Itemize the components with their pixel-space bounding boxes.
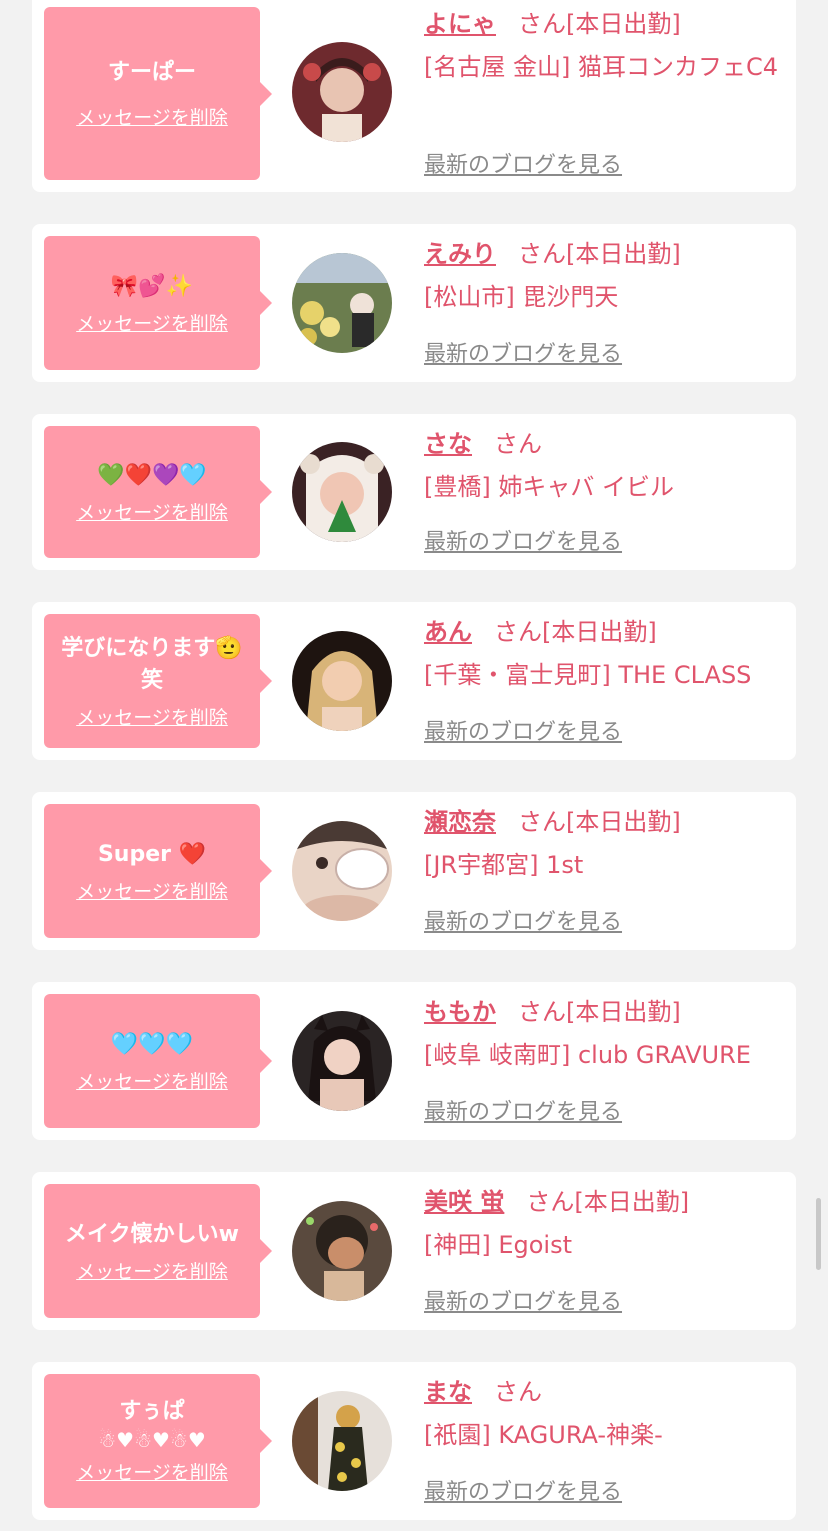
- message-card: 💚❤️💜🩵 メッセージを削除 さな さん [豊橋] 姉キャバ イビル 最新のブログ…: [32, 414, 796, 570]
- message-text-line-2: ☃︎♥☃︎♥☃︎♥: [98, 1427, 206, 1452]
- message-text: 学びになります🫡: [61, 635, 243, 661]
- host-info: ももか さん[本日出勤] [岐阜 岐南町] club GRAVURE: [424, 996, 789, 1074]
- view-blog-link[interactable]: 最新のブログを見る: [424, 714, 622, 746]
- message-text: 🎀💕✨: [110, 273, 194, 299]
- message-card: 学びになります🫡 笑 メッセージを削除 あん さん[本日出勤] [千葉・富士見町]…: [32, 602, 796, 760]
- shop-name: [JR宇都宮] 1st: [424, 851, 584, 879]
- avatar[interactable]: [292, 821, 392, 921]
- message-text: すーぱー: [107, 60, 196, 85]
- host-suffix: さん[本日出勤]: [518, 10, 681, 38]
- message-bubble: すーぱー メッセージを削除: [44, 7, 272, 180]
- avatar[interactable]: [292, 442, 392, 542]
- avatar[interactable]: [292, 631, 392, 731]
- delete-message-link[interactable]: メッセージを削除: [76, 103, 228, 130]
- host-name-link[interactable]: あん: [424, 618, 472, 646]
- message-bubble: すぅぱ ☃︎♥☃︎♥☃︎♥ メッセージを削除: [44, 1374, 272, 1508]
- delete-message-link[interactable]: メッセージを削除: [76, 1458, 228, 1485]
- host-info: よにゃ さん[本日出勤] [名古屋 金山] 猫耳コンカフェC4: [424, 8, 789, 86]
- delete-message-link[interactable]: メッセージを削除: [76, 1257, 228, 1284]
- view-blog-link[interactable]: 最新のブログを見る: [424, 904, 622, 936]
- delete-message-link[interactable]: メッセージを削除: [76, 1067, 228, 1094]
- message-bubble: メイク懐かしいw メッセージを削除: [44, 1184, 272, 1318]
- scrollbar[interactable]: [816, 1198, 821, 1270]
- host-info: さな さん [豊橋] 姉キャバ イビル: [424, 428, 789, 506]
- host-suffix: さん[本日出勤]: [518, 998, 681, 1026]
- delete-message-link[interactable]: メッセージを削除: [76, 498, 228, 525]
- view-blog-link[interactable]: 最新のブログを見る: [424, 524, 622, 556]
- host-info: えみり さん[本日出勤] [松山市] 毘沙門天: [424, 238, 789, 316]
- shop-name: [豊橋] 姉キャバ イビル: [424, 473, 674, 501]
- host-name-link[interactable]: よにゃ: [424, 10, 496, 38]
- avatar[interactable]: [292, 1201, 392, 1301]
- message-card: 🩵🩵🩵 メッセージを削除 ももか さん[本日出勤] [岐阜 岐南町] club G…: [32, 982, 796, 1140]
- host-name-link[interactable]: 美咲 蛍: [424, 1188, 504, 1216]
- message-text-line-2: 笑: [140, 667, 163, 693]
- shop-name: [松山市] 毘沙門天: [424, 283, 619, 311]
- host-suffix: さん[本日出勤]: [526, 1188, 690, 1216]
- delete-message-link[interactable]: メッセージを削除: [76, 877, 228, 904]
- avatar[interactable]: [292, 253, 392, 353]
- host-info: あん さん[本日出勤] [千葉・富士見町] THE CLASS: [424, 616, 789, 694]
- message-text: Super ❤️: [97, 841, 207, 867]
- view-blog-link[interactable]: 最新のブログを見る: [424, 336, 622, 368]
- host-name-link[interactable]: まな: [424, 1378, 472, 1406]
- avatar[interactable]: [292, 1011, 392, 1111]
- message-card: 🎀💕✨ メッセージを削除 えみり さん[本日出勤] [松山市] 毘沙門天 最新のブ…: [32, 224, 796, 382]
- message-text: メイク懐かしいw: [65, 1221, 239, 1247]
- message-bubble: 🩵🩵🩵 メッセージを削除: [44, 994, 272, 1128]
- message-text: 💚❤️💜🩵: [97, 462, 207, 488]
- host-suffix: さん[本日出勤]: [518, 240, 681, 268]
- view-blog-link[interactable]: 最新のブログを見る: [424, 1094, 622, 1126]
- view-blog-link[interactable]: 最新のブログを見る: [424, 1474, 622, 1506]
- host-name-link[interactable]: さな: [424, 430, 472, 458]
- host-name-link[interactable]: えみり: [424, 240, 496, 268]
- avatar[interactable]: [292, 42, 392, 142]
- message-card: すぅぱ ☃︎♥☃︎♥☃︎♥ メッセージを削除 まな さん [祇園] KAGURA-…: [32, 1362, 796, 1520]
- message-bubble: 学びになります🫡 笑 メッセージを削除: [44, 614, 272, 748]
- host-info: 美咲 蛍さん[本日出勤] [神田] Egoist: [424, 1186, 789, 1264]
- message-card: すーぱー メッセージを削除 よにゃ さん[本日出勤] [名古屋 金山] 猫耳コンカ…: [32, 0, 796, 192]
- avatar[interactable]: [292, 1391, 392, 1491]
- message-bubble: 🎀💕✨ メッセージを削除: [44, 236, 272, 370]
- message-text: すぅぱ: [119, 1398, 185, 1424]
- view-blog-link[interactable]: 最新のブログを見る: [424, 147, 622, 179]
- message-card: Super ❤️ メッセージを削除 瀬恋奈 さん[本日出勤] [JR宇都宮] 1s…: [32, 792, 796, 950]
- shop-name: [岐阜 岐南町] club GRAVURE: [424, 1041, 751, 1069]
- shop-name: [祇園] KAGURA-神楽-: [424, 1421, 663, 1449]
- delete-message-link[interactable]: メッセージを削除: [76, 309, 228, 336]
- delete-message-link[interactable]: メッセージを削除: [76, 703, 228, 730]
- message-bubble: 💚❤️💜🩵 メッセージを削除: [44, 426, 272, 558]
- host-info: 瀬恋奈 さん[本日出勤] [JR宇都宮] 1st: [424, 806, 789, 884]
- host-suffix: さん[本日出勤]: [518, 808, 681, 836]
- message-text: 🩵🩵🩵: [110, 1031, 194, 1057]
- shop-name: [千葉・富士見町] THE CLASS: [424, 661, 752, 689]
- host-suffix: さん: [494, 1378, 542, 1406]
- host-suffix: さん: [494, 430, 542, 458]
- host-name-link[interactable]: ももか: [424, 998, 496, 1026]
- host-info: まな さん [祇園] KAGURA-神楽-: [424, 1376, 789, 1454]
- host-name-link[interactable]: 瀬恋奈: [424, 808, 496, 836]
- shop-name: [神田] Egoist: [424, 1231, 573, 1259]
- host-suffix: さん[本日出勤]: [494, 618, 657, 646]
- message-bubble: Super ❤️ メッセージを削除: [44, 804, 272, 938]
- shop-name: [名古屋 金山] 猫耳コンカフェC4: [424, 53, 779, 81]
- message-card: メイク懐かしいw メッセージを削除 美咲 蛍さん[本日出勤] [神田] Egoi…: [32, 1172, 796, 1330]
- view-blog-link[interactable]: 最新のブログを見る: [424, 1284, 622, 1316]
